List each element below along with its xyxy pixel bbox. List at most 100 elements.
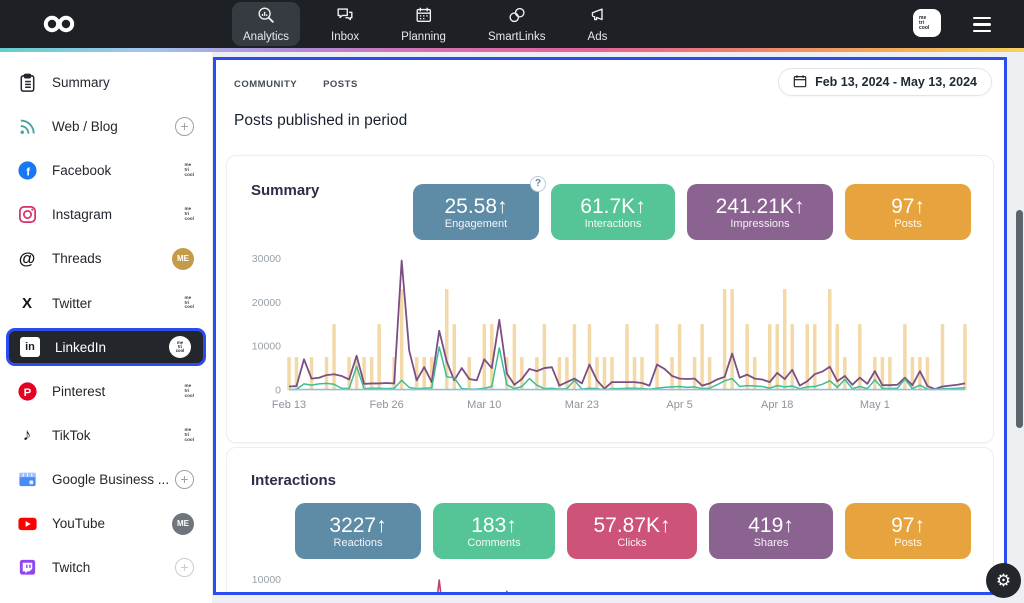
section-tabs: COMMUNITY POSTS (234, 79, 358, 90)
trend-up-arrow: ↑ (660, 514, 671, 537)
add-connection-button[interactable]: + (175, 470, 194, 489)
inbox-icon (335, 5, 355, 28)
nav-inbox[interactable]: Inbox (320, 2, 370, 46)
nav-smartlinks[interactable]: SmartLinks (477, 2, 557, 46)
tab-posts[interactable]: POSTS (323, 79, 358, 90)
date-range-text: Feb 13, 2024 - May 13, 2024 (815, 75, 977, 89)
add-connection-button[interactable]: + (175, 117, 194, 136)
profile-badge: ME (172, 248, 194, 270)
megaphone-icon (587, 5, 607, 28)
brand-badge: metricool (185, 207, 194, 221)
svg-text:10000: 10000 (252, 341, 281, 353)
links-icon (507, 5, 527, 28)
summary-card: Summary ? 25.58↑ Engagement 61.7K↑ Inter… (226, 155, 994, 443)
main-nav: Analytics Inbox Planning SmartLinks Ads (232, 2, 618, 46)
hamburger-menu-icon[interactable] (973, 17, 991, 36)
sidebar-label: Summary (52, 75, 110, 90)
metric-shares[interactable]: 419↑ Shares (709, 503, 833, 559)
account-avatar-metricool[interactable]: me tri cool (913, 9, 941, 37)
sidebar-label: Google Business ... (52, 472, 169, 487)
summary-heading: Summary (251, 182, 319, 199)
sidebar-item-threads[interactable]: @ Threads ME (0, 237, 212, 281)
svg-text:Apr 18: Apr 18 (761, 399, 793, 411)
sidebar-item-youtube[interactable]: YouTube ME (0, 502, 212, 546)
svg-text:f: f (26, 166, 30, 178)
metric-posts[interactable]: 97↑ Posts (845, 184, 971, 240)
google-business-icon (16, 469, 38, 491)
svg-text:May 1: May 1 (860, 399, 890, 411)
svg-text:10000: 10000 (252, 574, 281, 586)
sidebar-item-instagram[interactable]: Instagram metricool (0, 193, 212, 237)
metric-reactions[interactable]: 3227↑ Reactions (295, 503, 421, 559)
trend-up-arrow: ↑ (914, 514, 925, 537)
nav-label: Planning (401, 31, 446, 43)
sidebar-item-google-business[interactable]: Google Business ... + (0, 458, 212, 502)
nav-analytics[interactable]: Analytics (232, 2, 300, 46)
metric-comments[interactable]: 183↑ Comments (433, 503, 555, 559)
svg-text:Mar 23: Mar 23 (565, 399, 599, 411)
nav-ads[interactable]: Ads (576, 2, 618, 46)
summary-metrics-row: ? 25.58↑ Engagement 61.7K↑ Interactions … (413, 184, 971, 240)
svg-text:P: P (23, 387, 31, 399)
sidebar-label: Pinterest (52, 384, 105, 399)
brand-badge: metricool (185, 163, 194, 177)
trend-up-arrow: ↑ (635, 195, 646, 218)
metric-interactions[interactable]: 61.7K↑ Interactions (551, 184, 675, 240)
sidebar-label: Twitter (52, 296, 92, 311)
interactions-heading: Interactions (251, 472, 336, 489)
brand-badge: metricool (169, 336, 191, 358)
add-connection-button[interactable]: + (175, 558, 194, 577)
instagram-icon (16, 204, 38, 226)
sidebar-label: Twitch (52, 560, 90, 575)
sidebar-item-pinterest[interactable]: P Pinterest metricool (0, 369, 212, 413)
date-range-picker[interactable]: Feb 13, 2024 - May 13, 2024 (778, 68, 992, 96)
page-scrollbar[interactable] (1016, 210, 1023, 428)
svg-text:Mar 10: Mar 10 (467, 399, 501, 411)
metric-posts-2[interactable]: 97↑ Posts (845, 503, 971, 559)
linkedin-icon: in (19, 336, 41, 358)
metric-impressions[interactable]: 241.21K↑ Impressions (687, 184, 833, 240)
summary-chart[interactable]: 0100002000030000Feb 13Feb 26Mar 10Mar 23… (243, 248, 975, 421)
calendar-icon (793, 74, 807, 91)
brand-badge: metricool (185, 428, 194, 442)
x-twitter-icon: X (16, 292, 38, 314)
sidebar-label: Facebook (52, 163, 111, 178)
trend-up-arrow: ↑ (497, 195, 508, 218)
svg-text:Feb 26: Feb 26 (370, 399, 404, 411)
nav-planning[interactable]: Planning (390, 2, 457, 46)
tab-community[interactable]: COMMUNITY (234, 79, 297, 90)
tiktok-icon: ♪ (16, 424, 38, 446)
nav-label: Inbox (331, 31, 359, 43)
metric-clicks[interactable]: 57.87K↑ Clicks (567, 503, 697, 559)
svg-text:30000: 30000 (252, 253, 281, 265)
sidebar-item-twitter[interactable]: X Twitter metricool (0, 281, 212, 325)
calendar-icon (414, 5, 434, 28)
nav-label: Ads (588, 31, 608, 43)
sidebar-item-tiktok[interactable]: ♪ TikTok metricool (0, 413, 212, 457)
threads-icon: @ (16, 248, 38, 270)
sidebar-label: TikTok (52, 428, 91, 443)
interactions-card: Interactions 3227↑ Reactions 183↑ Commen… (226, 447, 994, 595)
sidebar-label: Instagram (52, 207, 112, 222)
pinterest-icon: P (16, 380, 38, 402)
metric-engagement[interactable]: ? 25.58↑ Engagement (413, 184, 539, 240)
svg-text:20000: 20000 (252, 297, 281, 309)
sidebar-item-twitch[interactable]: Twitch + (0, 546, 212, 590)
facebook-icon: f (16, 159, 38, 181)
sidebar-item-facebook[interactable]: f Facebook metricool (0, 148, 212, 192)
brand-badge: metricool (185, 296, 194, 310)
settings-gear-button[interactable]: ⚙ (986, 563, 1021, 598)
trend-up-arrow: ↑ (914, 195, 925, 218)
help-icon[interactable]: ? (530, 176, 546, 192)
analytics-icon (256, 5, 276, 28)
trend-up-arrow: ↑ (783, 514, 794, 537)
sidebar-item-linkedin[interactable]: in LinkedIn metricool (6, 328, 206, 366)
interactions-chart[interactable]: 10000 (243, 566, 975, 595)
sidebar-label: Web / Blog (52, 119, 118, 134)
sidebar-item-web-blog[interactable]: Web / Blog + (0, 104, 212, 148)
metricool-logo-icon[interactable] (42, 14, 76, 39)
linkedin-analytics-panel: COMMUNITY POSTS Feb 13, 2024 - May 13, 2… (213, 57, 1007, 595)
sidebar-item-summary[interactable]: Summary (0, 60, 212, 104)
youtube-icon (16, 513, 38, 535)
trend-up-arrow: ↑ (794, 195, 805, 218)
